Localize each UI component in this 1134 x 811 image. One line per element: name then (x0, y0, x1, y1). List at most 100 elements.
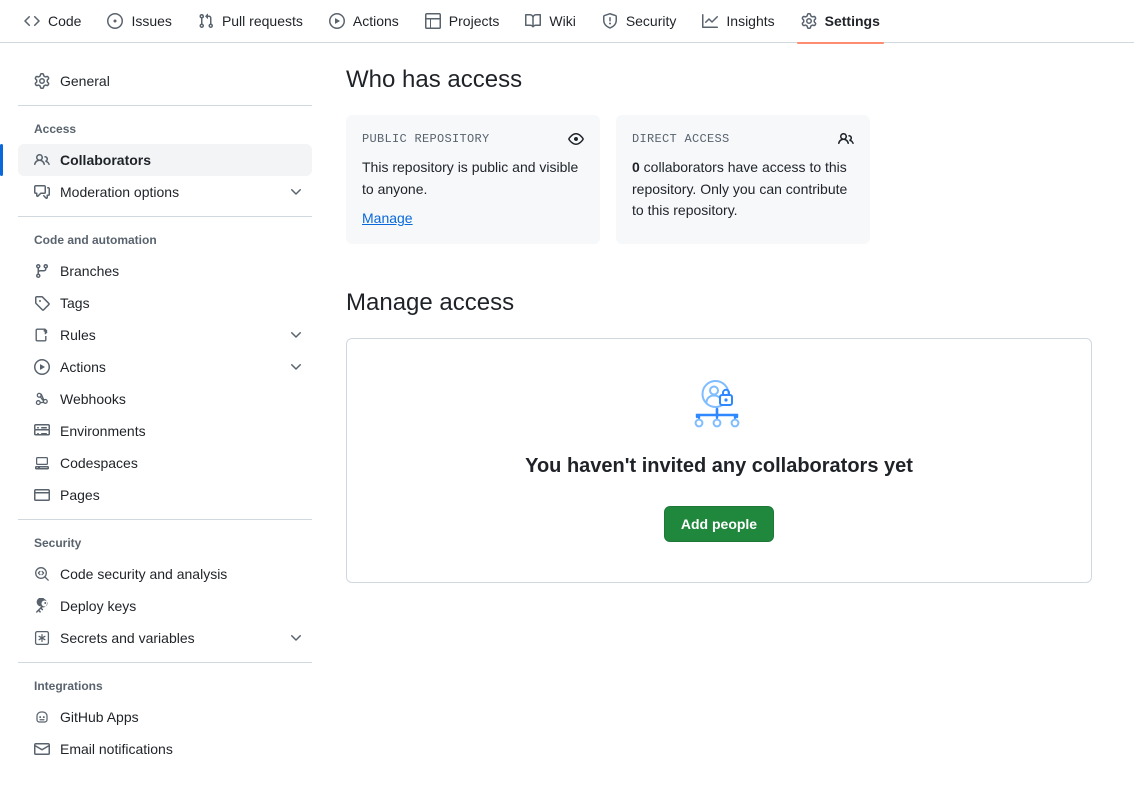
collaborator-count: 0 (632, 159, 640, 175)
webhook-icon (34, 391, 50, 407)
sidebar-item-moderation-options[interactable]: Moderation options (18, 176, 312, 208)
sidebar-item-branches[interactable]: Branches (18, 255, 312, 287)
repo-nav-item-pull-requests[interactable]: Pull requests (188, 0, 313, 43)
card-header: PUBLIC REPOSITORY (362, 131, 584, 147)
gear-icon (801, 13, 817, 29)
sidebar-item-collaborators[interactable]: Collaborators (18, 144, 312, 176)
main-content: Who has access PUBLIC REPOSITORY This re… (328, 65, 1118, 765)
git-branch-icon (34, 263, 50, 279)
play-icon (34, 359, 50, 375)
repo-nav-label: Insights (726, 13, 774, 29)
sidebar-item-label: Deploy keys (60, 598, 304, 614)
shield-icon (602, 13, 618, 29)
book-icon (525, 13, 541, 29)
sidebar-item-actions[interactable]: Actions (18, 351, 312, 383)
hubot-icon (34, 709, 50, 725)
repo-nav: Code Issues Pull requests Actions Projec… (0, 0, 1134, 43)
repo-nav-item-security[interactable]: Security (592, 0, 687, 43)
sidebar-item-label: Tags (60, 295, 304, 311)
sidebar-group-heading: Integrations (18, 671, 312, 701)
sidebar-item-label: Webhooks (60, 391, 304, 407)
asterisk-icon (34, 630, 50, 646)
sidebar-item-rules[interactable]: Rules (18, 319, 312, 351)
sidebar-item-label: Rules (60, 327, 278, 343)
server-icon (34, 423, 50, 439)
sidebar-item-label: Environments (60, 423, 304, 439)
repo-nav-label: Actions (353, 13, 399, 29)
sidebar-group-code-and-automation: Code and automation Branches Tags Rules (18, 225, 312, 511)
repo-nav-item-wiki[interactable]: Wiki (515, 0, 585, 43)
sidebar-item-general[interactable]: General (18, 65, 312, 97)
sidebar-item-label: Pages (60, 487, 304, 503)
people-icon (34, 152, 50, 168)
sidebar-item-label: Secrets and variables (60, 630, 278, 646)
key-icon (34, 598, 50, 614)
card-header: DIRECT ACCESS (632, 131, 854, 147)
sidebar-item-label: Codespaces (60, 455, 304, 471)
sidebar-item-email-notifications[interactable]: Email notifications (18, 733, 312, 765)
sidebar-divider (18, 105, 312, 106)
chevron-down-icon[interactable] (288, 630, 304, 646)
sidebar-item-deploy-keys[interactable]: Deploy keys (18, 590, 312, 622)
codescan-icon (34, 566, 50, 582)
table-icon (425, 13, 441, 29)
manage-access-title: Manage access (346, 288, 1092, 318)
sidebar-item-github-apps[interactable]: GitHub Apps (18, 701, 312, 733)
repo-nav-item-issues[interactable]: Issues (97, 0, 181, 43)
sidebar-item-label: GitHub Apps (60, 709, 304, 725)
people-icon (838, 131, 854, 147)
sidebar-divider (18, 519, 312, 520)
repo-nav-label: Issues (131, 13, 171, 29)
sidebar-group-security: Security Code security and analysis Depl… (18, 528, 312, 654)
sidebar-item-secrets-and-variables[interactable]: Secrets and variables (18, 622, 312, 654)
repo-nav-label: Code (48, 13, 81, 29)
repo-nav-item-settings[interactable]: Settings (791, 0, 890, 43)
sidebar-group-top: General (18, 65, 312, 97)
settings-sidebar: General Access Collaborators Moderation … (18, 65, 328, 765)
chevron-down-icon[interactable] (288, 327, 304, 343)
access-cards: PUBLIC REPOSITORY This repository is pub… (346, 115, 1092, 244)
repo-nav-label: Pull requests (222, 13, 303, 29)
gear-icon (34, 73, 50, 89)
sidebar-item-label: Email notifications (60, 741, 304, 757)
page-body: General Access Collaborators Moderation … (0, 43, 1134, 765)
browser-icon (34, 487, 50, 503)
repo-nav-label: Settings (825, 13, 880, 29)
comment-discussion-icon (34, 184, 50, 200)
sidebar-group-heading: Code and automation (18, 225, 312, 255)
card-body: 0 collaborators have access to this repo… (632, 157, 854, 222)
public-repository-card: PUBLIC REPOSITORY This repository is pub… (346, 115, 600, 244)
sidebar-group-heading: Access (18, 114, 312, 144)
add-people-button[interactable]: Add people (664, 506, 774, 542)
sidebar-item-label: Actions (60, 359, 278, 375)
eye-icon (568, 131, 584, 147)
sidebar-group-integrations: Integrations GitHub Apps Email notificat… (18, 671, 312, 765)
sidebar-item-webhooks[interactable]: Webhooks (18, 383, 312, 415)
sidebar-item-code-security-and-analysis[interactable]: Code security and analysis (18, 558, 312, 590)
sidebar-item-environments[interactable]: Environments (18, 415, 312, 447)
repo-nav-label: Wiki (549, 13, 575, 29)
graph-icon (702, 13, 718, 29)
sidebar-item-codespaces[interactable]: Codespaces (18, 447, 312, 479)
direct-access-card: DIRECT ACCESS 0 collaborators have acces… (616, 115, 870, 244)
repo-nav-item-code[interactable]: Code (14, 0, 91, 43)
sidebar-item-label: Code security and analysis (60, 566, 304, 582)
code-icon (24, 13, 40, 29)
sidebar-group-heading: Security (18, 528, 312, 558)
repo-nav-item-projects[interactable]: Projects (415, 0, 510, 43)
who-has-access-title: Who has access (346, 65, 1092, 95)
chevron-down-icon[interactable] (288, 359, 304, 375)
manage-link[interactable]: Manage (362, 210, 413, 226)
mail-icon (34, 741, 50, 757)
repo-nav-label: Security (626, 13, 677, 29)
card-label: DIRECT ACCESS (632, 132, 730, 146)
repo-nav-item-insights[interactable]: Insights (692, 0, 784, 43)
sidebar-item-pages[interactable]: Pages (18, 479, 312, 511)
sidebar-item-tags[interactable]: Tags (18, 287, 312, 319)
tag-icon (34, 295, 50, 311)
repo-nav-item-actions[interactable]: Actions (319, 0, 409, 43)
sidebar-group-access: Access Collaborators Moderation options (18, 114, 312, 208)
chevron-down-icon[interactable] (288, 184, 304, 200)
manage-access-panel: You haven't invited any collaborators ye… (346, 338, 1092, 583)
sidebar-divider (18, 662, 312, 663)
